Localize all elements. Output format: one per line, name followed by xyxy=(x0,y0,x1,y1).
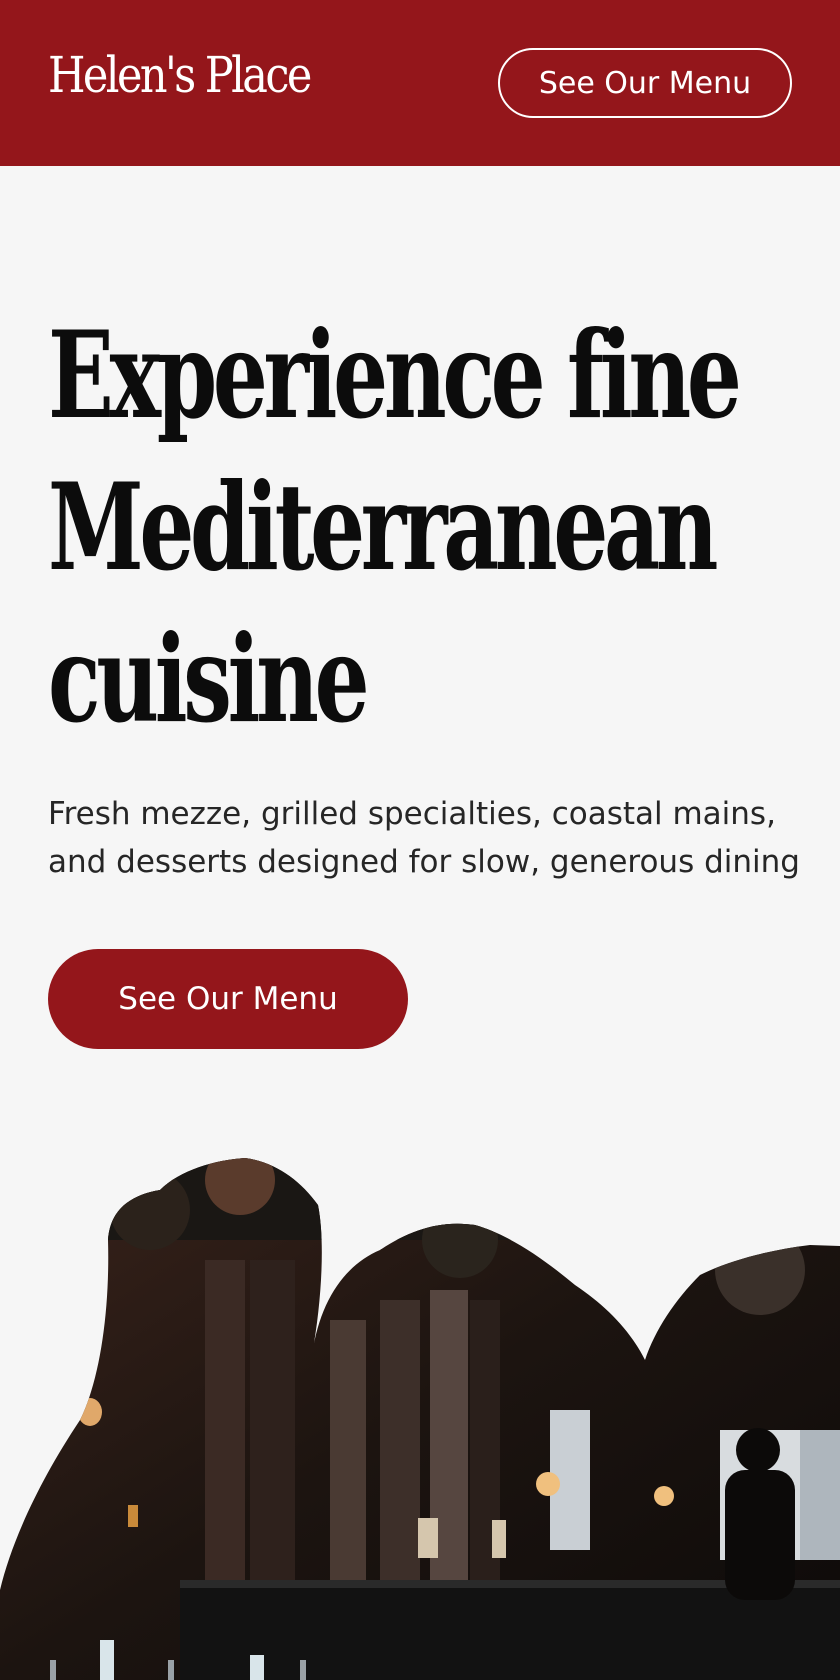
site-header: Helen's Place See Our Menu xyxy=(0,0,840,166)
restaurant-interior-image xyxy=(0,1158,840,1680)
hero-subtitle: Fresh mezze, grilled specialties, coasta… xyxy=(48,796,800,880)
page: Helen's Place See Our Menu Experience fi… xyxy=(0,0,840,1680)
header-menu-button[interactable]: See Our Menu xyxy=(498,48,792,118)
hero-title: Experience fine Mediterranean cuisine xyxy=(48,300,804,756)
hero-menu-button[interactable]: See Our Menu xyxy=(48,949,408,1049)
hero-title-line: Mediterranean xyxy=(48,457,719,598)
hero-title-line: Experience fine xyxy=(48,305,742,446)
hero-title-line: cuisine xyxy=(48,609,370,750)
logo[interactable]: Helen's Place xyxy=(48,50,312,100)
